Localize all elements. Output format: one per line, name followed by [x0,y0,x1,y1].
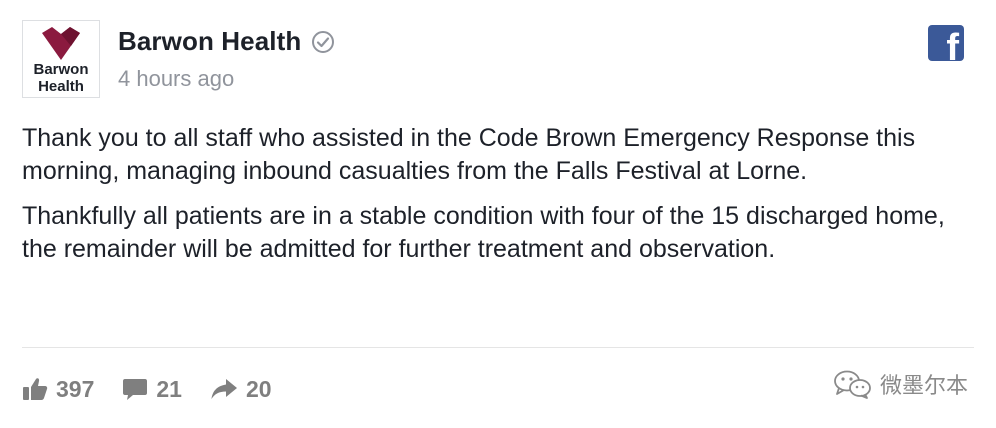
page-avatar[interactable]: Barwon Health [22,20,100,98]
like-count: 397 [56,375,95,402]
post-body: Thank you to all staff who assisted in t… [22,122,977,278]
page-name-row: Barwon Health [118,26,335,57]
share-arrow-icon [211,379,237,399]
facebook-post: Barwon Health Barwon Health 4 hours ago … [0,0,996,428]
thumbs-up-icon [23,378,48,400]
facebook-icon[interactable]: f [928,25,964,61]
share-count: 20 [245,375,272,402]
like-button[interactable]: 397 [22,376,94,403]
post-actions: 397 21 20 [22,372,300,406]
post-paragraph: Thankfully all patients are in a stable … [22,202,945,263]
wechat-watermark: 微墨尔本 [832,368,968,400]
watermark-text: 微墨尔本 [879,373,968,398]
divider [22,347,974,348]
post-paragraph: Thank you to all staff who assisted in t… [22,124,916,185]
avatar-text-line-1: Barwon [33,61,89,78]
post-timestamp[interactable]: 4 hours ago [118,66,234,92]
comment-count: 21 [156,375,182,402]
post-header: Barwon Health Barwon Health 4 hours ago … [22,20,974,100]
verified-badge-icon [311,30,335,54]
barwon-health-logo-icon [42,27,80,60]
avatar-text-line-2: Health [38,78,84,95]
share-button[interactable]: 20 [210,376,272,403]
comment-button[interactable]: 21 [122,376,182,403]
wechat-icon [834,370,871,399]
comment-icon [123,379,148,400]
page-name-link[interactable]: Barwon Health [118,26,301,57]
